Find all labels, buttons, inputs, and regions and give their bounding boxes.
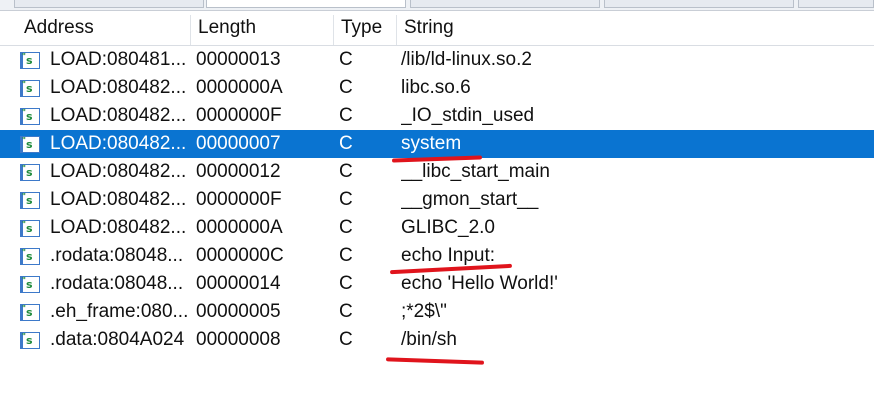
row-address: .rodata:08048... [50,245,184,266]
column-header-length[interactable]: Length [190,11,333,45]
row-address: LOAD:080482... [50,217,187,238]
row-type: C [339,77,353,98]
annotation-underline-bin-sh [385,357,485,365]
row-string: echo 'Hello World!' [401,273,558,294]
row-address: .data:0804A024 [50,329,185,350]
row-address: LOAD:080481... [50,49,187,70]
string-s-icon: " s [20,52,40,69]
row-length: 0000000A [196,77,283,98]
row-string: system [401,133,462,154]
row-length: 00000014 [196,273,281,294]
row-type: C [339,217,353,238]
table-row[interactable]: " s .data:0804A024 00000008 C /bin/sh [0,326,874,354]
string-s-icon: " s [20,164,40,181]
string-s-icon: " s [20,136,40,153]
row-length: 0000000C [196,245,284,266]
string-s-icon: " s [20,80,40,97]
table-row[interactable]: " s .rodata:08048... 0000000C C echo Inpu… [0,242,874,270]
row-string: __libc_start_main [401,161,550,182]
row-type: C [339,133,353,154]
row-length: 00000013 [196,49,281,70]
row-type: C [339,245,353,266]
string-s-icon: " s [20,332,40,349]
table-row[interactable]: " s LOAD:080482... 0000000A C GLIBC_2.0 [0,214,874,242]
row-length: 00000012 [196,161,281,182]
row-length: 00000007 [196,133,281,154]
string-s-icon: " s [20,192,40,209]
tab-enums[interactable] [798,0,874,8]
column-header-address[interactable]: Address [16,11,190,45]
tab-structures[interactable] [604,0,794,8]
table-row[interactable]: " s .eh_frame:080... 00000005 C ;*2$\" [0,298,874,326]
row-type: C [339,49,353,70]
row-type: C [339,301,353,322]
string-s-icon: " s [20,248,40,265]
column-header-string[interactable]: String [396,11,874,45]
tab-ida-view[interactable] [14,0,204,8]
row-type: C [339,189,353,210]
row-length: 00000005 [196,301,281,322]
tab-hex-view[interactable] [410,0,600,8]
string-s-icon: " s [20,108,40,125]
row-length: 00000008 [196,329,281,350]
table-row[interactable]: " s LOAD:080482... 0000000F C _IO_stdin_u… [0,102,874,130]
row-length: 0000000A [196,217,283,238]
string-s-icon: " s [20,220,40,237]
table-row[interactable]: " s LOAD:080482... 0000000A C libc.so.6 [0,74,874,102]
row-address: .rodata:08048... [50,273,184,294]
tab-strip [0,0,874,11]
row-string: /bin/sh [401,329,457,350]
table-row[interactable]: " s LOAD:080482... 0000000F C __gmon_star… [0,186,874,214]
row-type: C [339,329,353,350]
string-s-icon: " s [20,276,40,293]
column-header-row: Address Length Type String [0,11,874,46]
row-address: LOAD:080482... [50,189,187,210]
row-address: .eh_frame:080... [50,301,189,322]
column-header-type[interactable]: Type [333,11,396,45]
string-s-icon: " s [20,304,40,321]
row-address: LOAD:080482... [50,161,187,182]
row-string: ;*2$\" [401,301,447,322]
row-address: LOAD:080482... [50,105,187,126]
strings-table: " s LOAD:080481... 00000013 C /lib/ld-lin… [0,46,874,354]
row-length: 0000000F [196,189,282,210]
row-length: 0000000F [196,105,282,126]
tab-strings-window[interactable] [206,0,406,8]
row-address: LOAD:080482... [50,133,187,154]
table-row-selected[interactable]: " s LOAD:080482... 00000007 C system [0,130,874,158]
row-type: C [339,273,353,294]
row-type: C [339,161,353,182]
row-string: GLIBC_2.0 [401,217,495,238]
row-string: _IO_stdin_used [401,105,535,126]
row-address: LOAD:080482... [50,77,187,98]
row-string: /lib/ld-linux.so.2 [401,49,532,70]
row-type: C [339,105,353,126]
table-row[interactable]: " s LOAD:080482... 00000012 C __libc_star… [0,158,874,186]
table-row[interactable]: " s .rodata:08048... 00000014 C echo 'Hel… [0,270,874,298]
row-string: libc.so.6 [401,77,471,98]
table-row[interactable]: " s LOAD:080481... 00000013 C /lib/ld-lin… [0,46,874,74]
row-string: __gmon_start__ [401,189,539,210]
